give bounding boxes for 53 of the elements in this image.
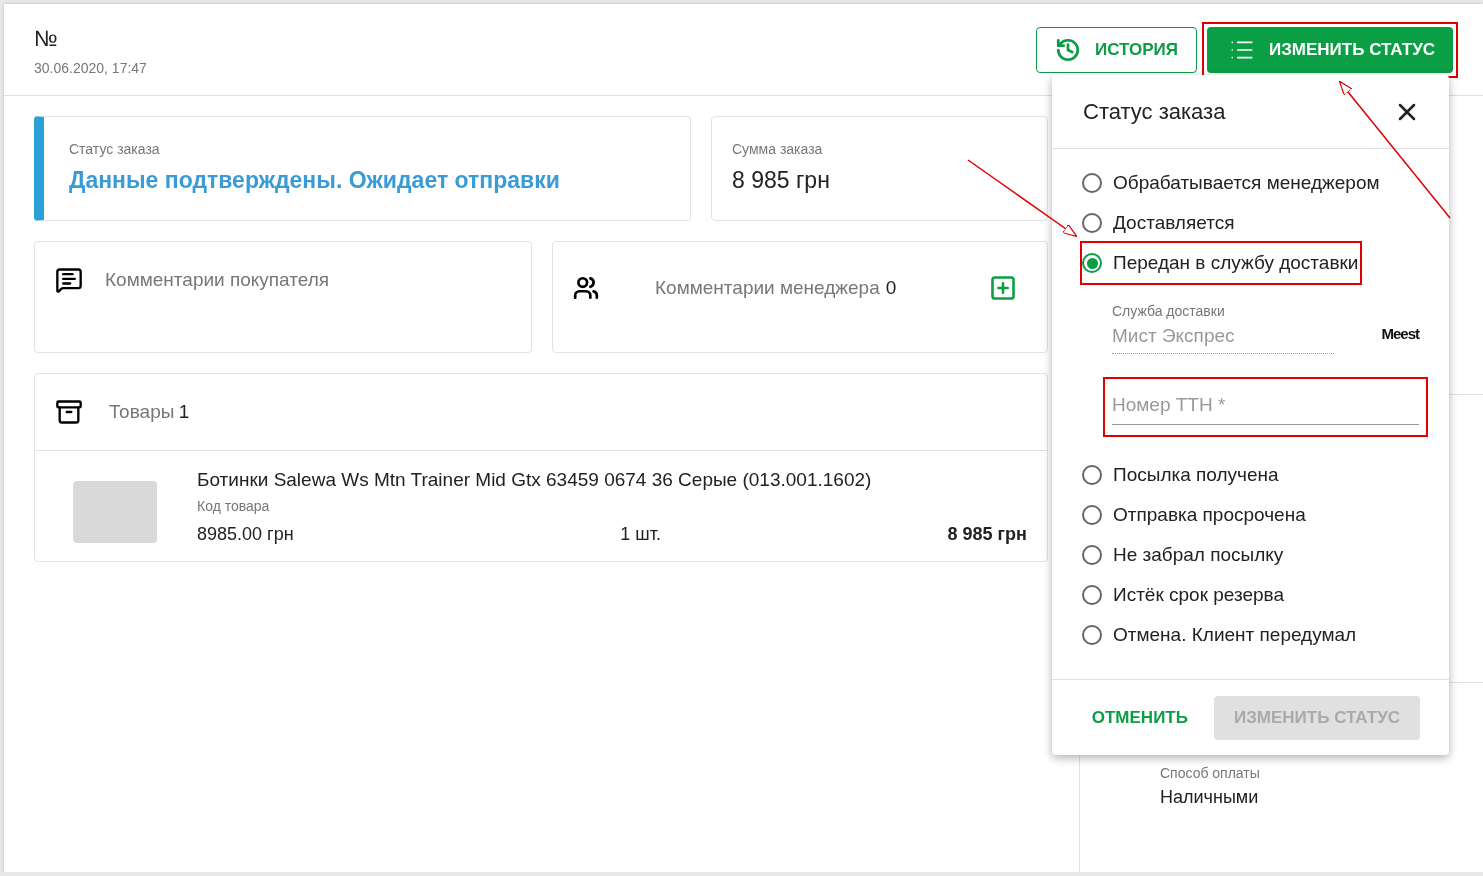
status-option[interactable]: Не забрал посылку (1082, 535, 1286, 575)
product-price: 8985.00 грн (197, 524, 294, 545)
status-option-label: Отмена. Клиент передумал (1113, 624, 1357, 646)
radio-button[interactable] (1082, 253, 1102, 273)
status-option-label: Доставляется (1113, 212, 1235, 234)
products-title: Товары (109, 401, 175, 422)
status-value: Данные подтверждены. Ожидает отправки (69, 167, 561, 194)
radio-button[interactable] (1082, 173, 1102, 193)
status-option-label: Отправка просрочена (1113, 504, 1306, 526)
radio-button[interactable] (1082, 213, 1102, 233)
product-code-label: Код товара (197, 498, 271, 514)
change-status-button[interactable]: ИЗМЕНИТЬ СТАТУС (1206, 27, 1453, 73)
history-icon (1054, 37, 1081, 63)
radio-button[interactable] (1082, 505, 1102, 525)
status-option-label: Посылка получена (1113, 464, 1279, 486)
radio-button[interactable] (1082, 585, 1102, 605)
delivery-logo: Meest (1381, 325, 1419, 342)
radio-button[interactable] (1082, 465, 1102, 485)
sum-value: 8 985 грн (732, 167, 831, 194)
radio-button[interactable] (1082, 625, 1102, 645)
buyer-comments-title: Комментарии покупателя (105, 269, 330, 291)
manager-comments-count: 0 (885, 277, 897, 299)
status-option[interactable]: Доставляется (1082, 203, 1237, 243)
payment-value: Наличными (1160, 787, 1260, 808)
product-name: Ботинки Salewa Ws Mtn Trainer Mid Gtx 63459 0674 36 Серые (013.001.1602) (197, 469, 873, 491)
status-option[interactable]: Обрабатывается менеджером (1082, 163, 1382, 203)
product-total: 8 985 грн (947, 524, 1027, 545)
cancel-button[interactable]: ОТМЕНИТЬ (1085, 706, 1194, 729)
status-option[interactable]: Отмена. Клиент передумал (1082, 615, 1359, 655)
status-option[interactable]: Отправка просрочена (1082, 495, 1308, 535)
order-number-title: № (34, 26, 59, 52)
popup-title: Статус заказа (1083, 98, 1226, 125)
status-option-label: Передан в службу доставки (1113, 252, 1359, 274)
history-button[interactable]: ИСТОРИЯ (1035, 27, 1197, 73)
status-option-label: Не забрал посылку (1113, 544, 1284, 566)
status-option[interactable]: Посылка получена (1082, 455, 1281, 495)
radio-button[interactable] (1082, 545, 1102, 565)
status-option[interactable]: Истёк срок резерва (1082, 575, 1287, 615)
status-option[interactable]: Передан в службу доставки (1082, 243, 1361, 283)
order-date: 30.06.2020, 17:47 (34, 60, 147, 76)
users-icon (573, 275, 599, 301)
product-quantity: 1 шт. (620, 524, 661, 545)
payment-label: Способ оплаты (1160, 765, 1261, 781)
status-option-label: Истёк срок резерва (1113, 584, 1285, 606)
sum-label: Сумма заказа (732, 141, 824, 157)
status-label: Статус заказа (69, 141, 161, 157)
manager-comments-title: Комментарии менеджера (655, 277, 880, 299)
add-comment-icon[interactable] (989, 274, 1017, 302)
products-count: 1 (178, 401, 190, 422)
box-icon (55, 398, 83, 426)
delivery-service-label: Служба доставки (1112, 303, 1226, 319)
comment-icon (55, 266, 83, 294)
status-option-label: Обрабатывается менеджером (1113, 172, 1380, 194)
